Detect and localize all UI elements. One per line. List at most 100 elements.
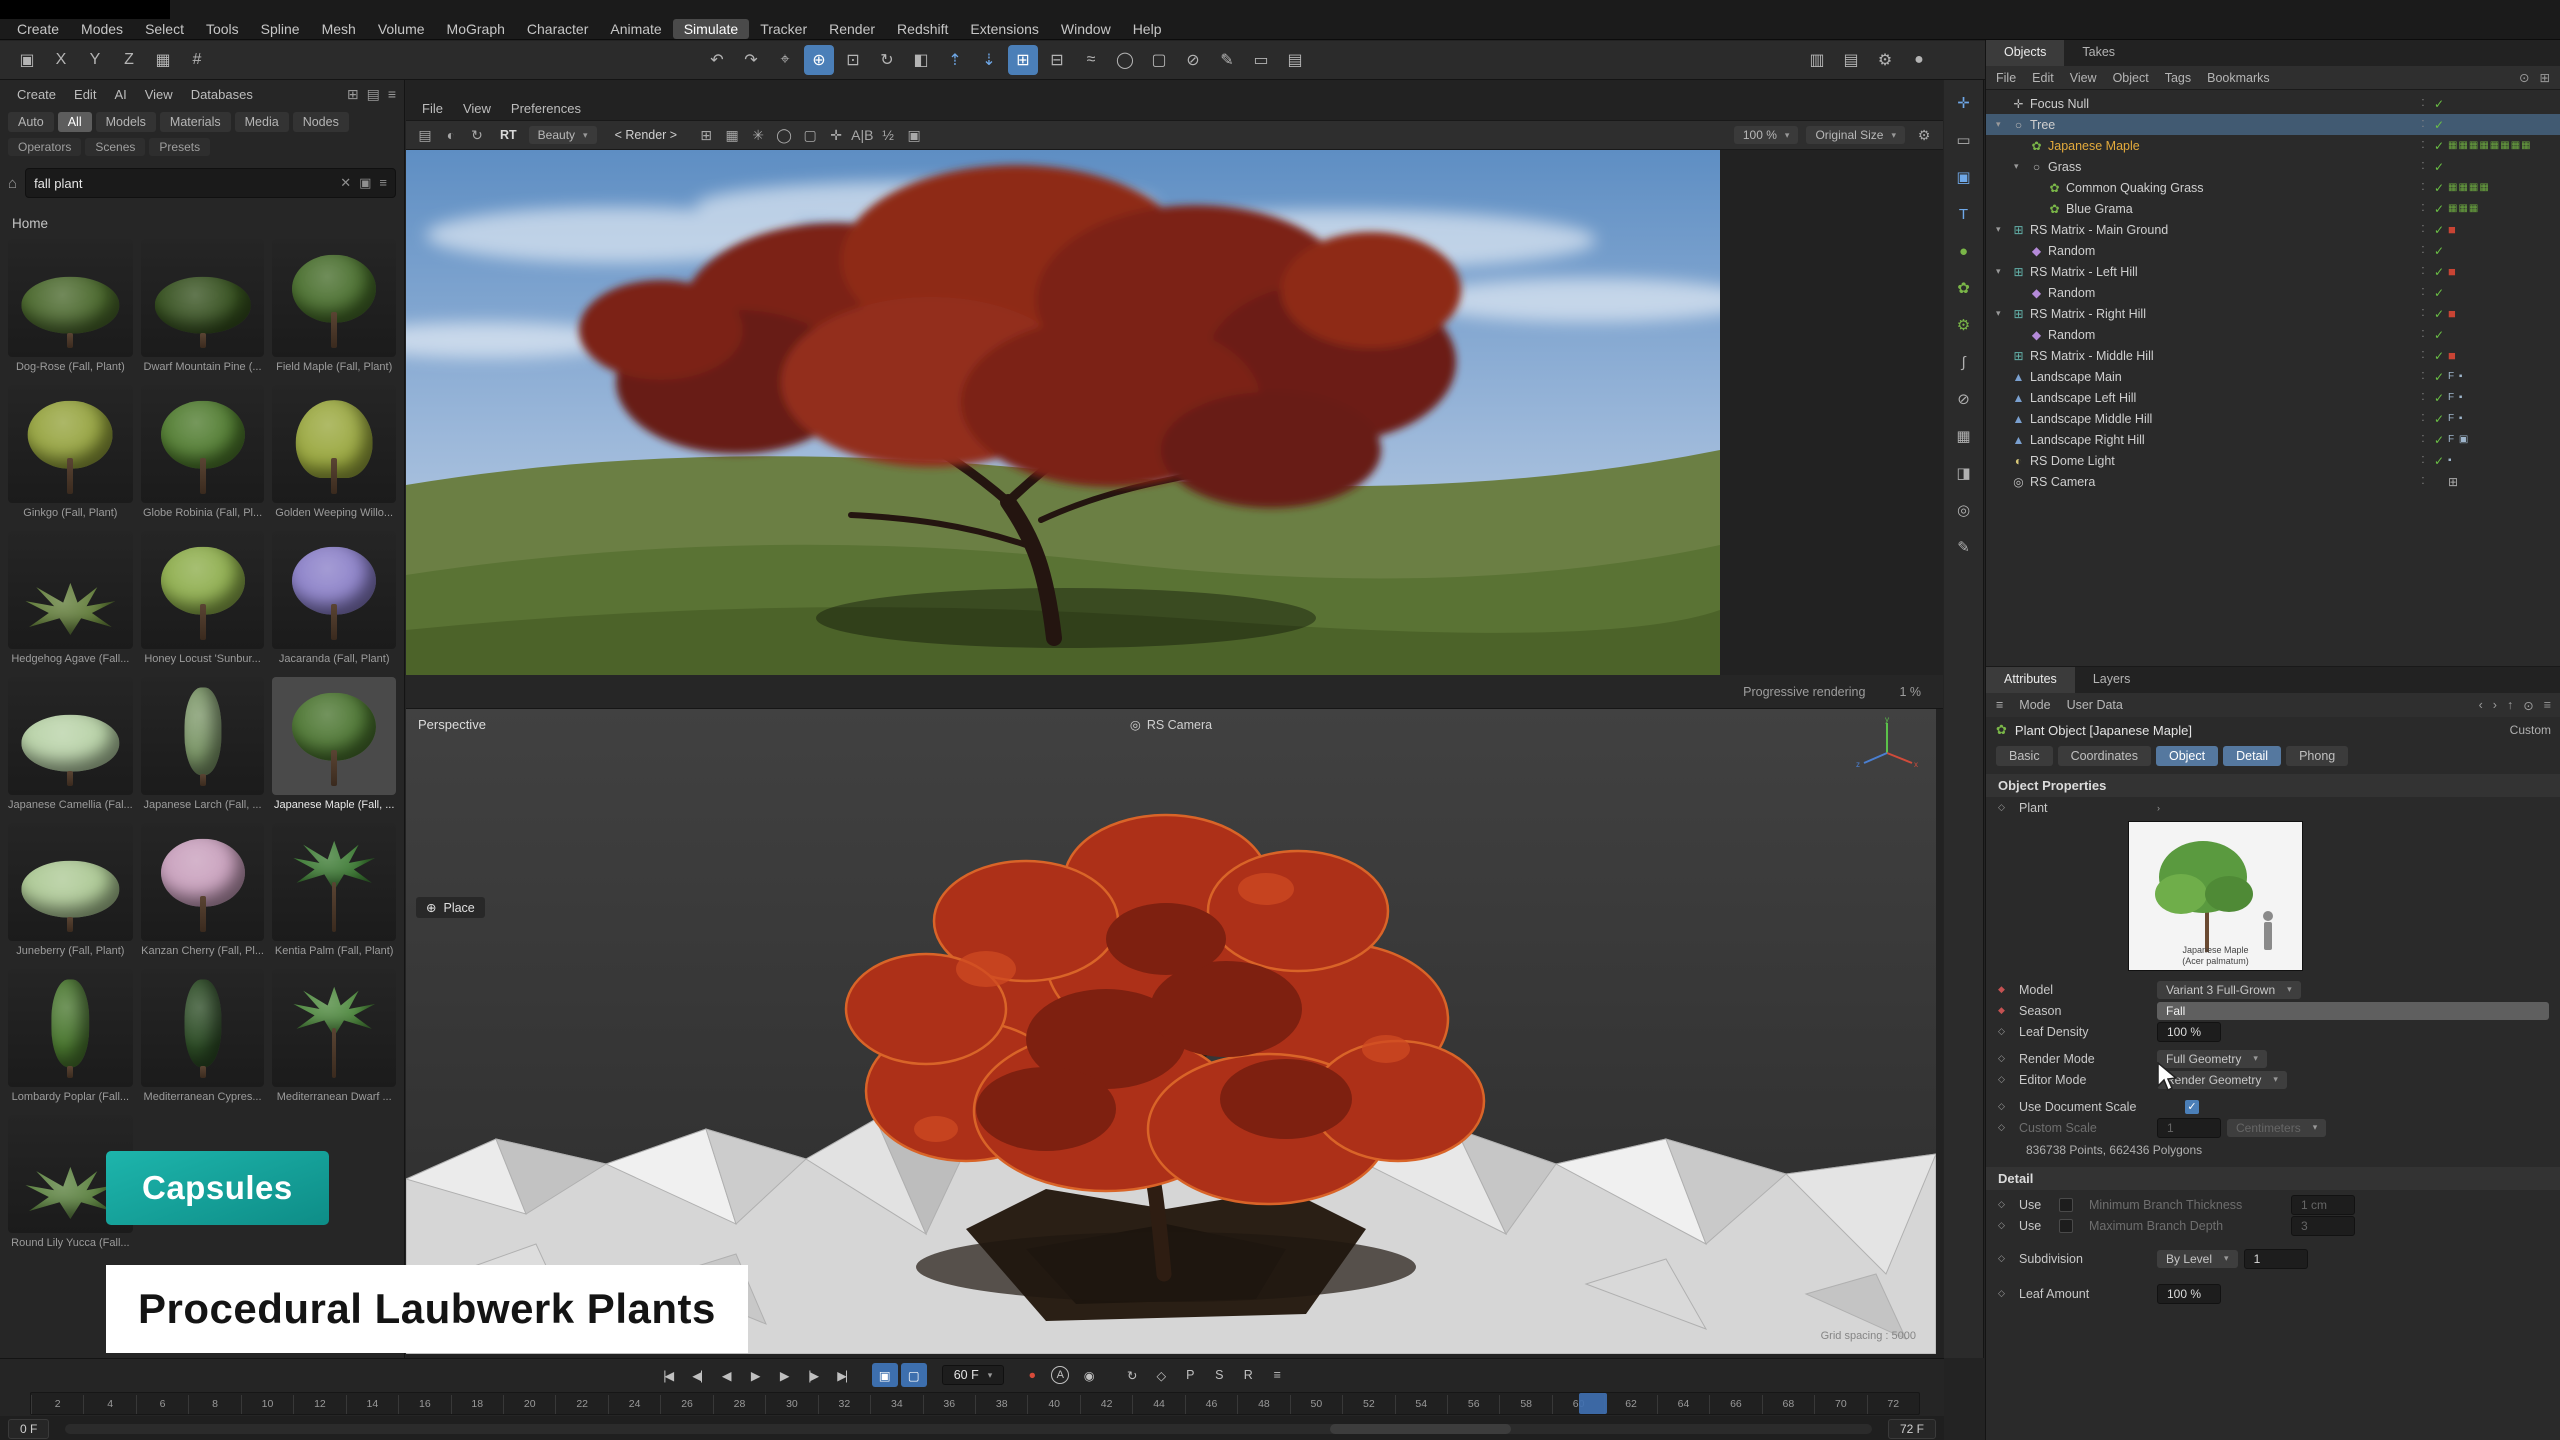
render-nav[interactable]: < Render > — [605, 128, 688, 142]
sphere-icon[interactable]: ● — [1949, 236, 1979, 266]
coord-up-icon[interactable]: ⇡ — [940, 45, 970, 75]
filter-tab[interactable]: Nodes — [293, 112, 349, 132]
goto-start-button[interactable]: |◀ — [655, 1363, 681, 1387]
plant-tile[interactable]: Golden Weeping Willo... — [272, 385, 396, 519]
object-name[interactable]: Grass — [2048, 160, 2081, 174]
visibility-dots-icon[interactable]: ⁚ — [2416, 371, 2430, 382]
enabled-check-icon[interactable]: ✓ — [2430, 181, 2448, 195]
category-tab[interactable]: Presets — [149, 138, 210, 156]
last-tool-icon[interactable]: ◧ — [906, 45, 936, 75]
object-tags[interactable]: ⊞ — [2448, 475, 2552, 489]
list-view-icon[interactable]: ▤ — [367, 86, 380, 103]
plant-tile[interactable]: Ginkgo (Fall, Plant) — [8, 385, 133, 519]
attribute-section-tab[interactable]: Basic — [1996, 746, 2053, 766]
next-frame-button[interactable]: ▶ — [771, 1363, 797, 1387]
plant-tile[interactable]: Honey Locust 'Sunbur... — [141, 531, 265, 665]
clipboard-icon[interactable]: ▤ — [1280, 45, 1310, 75]
menu-icon[interactable]: ≡ — [2544, 698, 2551, 713]
volume-icon[interactable]: ⊘ — [1178, 45, 1208, 75]
enabled-check-icon[interactable]: ✓ — [2430, 433, 2448, 447]
attribute-tab[interactable]: Attributes — [1986, 667, 2075, 693]
rotate-tool-icon[interactable]: ↻ — [872, 45, 902, 75]
menu-item[interactable]: Modes — [70, 19, 134, 39]
timeline-ruler[interactable]: 2468101214161820222426283032343638404244… — [30, 1392, 1920, 1415]
expand-arrow-icon[interactable]: ▾ — [1996, 224, 2009, 235]
object-manager-tab[interactable]: Objects — [1986, 40, 2064, 66]
search-input[interactable] — [34, 176, 332, 191]
enabled-check-icon[interactable]: ✓ — [2430, 97, 2448, 111]
object-row[interactable]: ▾ ○ Tree ⁚ ✓ — [1986, 114, 2560, 135]
zoom-select[interactable]: 100 %▾ — [1734, 126, 1799, 144]
visibility-dots-icon[interactable]: ⁚ — [2416, 245, 2430, 256]
record-keyframe-icon[interactable]: ● — [1019, 1363, 1045, 1387]
object-manager-menu-item[interactable]: Bookmarks — [2207, 71, 2270, 85]
plant-tile[interactable]: Japanese Larch (Fall, ... — [141, 677, 265, 811]
coord-down-icon[interactable]: ⇣ — [974, 45, 1004, 75]
keyframe-icon[interactable]: ◇ — [1147, 1363, 1173, 1387]
model-select[interactable]: Variant 3 Full-Grown▾ — [2157, 981, 2301, 999]
menu-item[interactable]: Spline — [250, 19, 311, 39]
object-row[interactable]: ▾ ⊞ RS Matrix - Left Hill ⁚ ✓ ■ — [1986, 261, 2560, 282]
object-tags[interactable]: ■ — [2448, 222, 2552, 237]
simulation-icon[interactable]: ≈ — [1076, 45, 1106, 75]
object-name[interactable]: RS Dome Light — [2030, 454, 2115, 468]
plant-preview-image[interactable]: Japanese Maple (Acer palmatum) — [2128, 821, 2303, 971]
leaf-density-field[interactable]: 100 % — [2157, 1022, 2221, 1042]
object-name[interactable]: RS Matrix - Main Ground — [2030, 223, 2168, 237]
browser-breadcrumb[interactable]: Home — [0, 198, 404, 239]
plant-icon[interactable]: ✿ — [1949, 273, 1979, 303]
enabled-check-icon[interactable]: ✓ — [2430, 370, 2448, 384]
play-button[interactable]: ▶ — [742, 1363, 768, 1387]
object-name[interactable]: Common Quaking Grass — [2066, 181, 2204, 195]
cube-icon[interactable]: ▣ — [1949, 162, 1979, 192]
size-select[interactable]: Original Size▾ — [1806, 126, 1905, 144]
object-manager-menu-item[interactable]: File — [1996, 71, 2016, 85]
mode-menu[interactable]: Mode — [2019, 698, 2050, 712]
visibility-dots-icon[interactable]: ⁚ — [2416, 203, 2430, 214]
enabled-check-icon[interactable]: ✓ — [2430, 160, 2448, 174]
autokey-region-icon[interactable]: ▢ — [901, 1363, 927, 1387]
param-key-icon[interactable]: ≡ — [1263, 1363, 1289, 1387]
keyframe-mode-icon[interactable]: ▣ — [872, 1363, 898, 1387]
view-options-icon[interactable]: ⊞ — [2540, 70, 2550, 85]
next-key-button[interactable]: |▶ — [800, 1363, 826, 1387]
workplane-icon[interactable]: ▦ — [148, 45, 178, 75]
enabled-check-icon[interactable]: ✓ — [2430, 244, 2448, 258]
menu-item[interactable]: Mesh — [311, 19, 367, 39]
enabled-check-icon[interactable]: ✓ — [2430, 265, 2448, 279]
object-manager-menu-item[interactable]: Object — [2113, 71, 2149, 85]
asset-menu-item[interactable]: Databases — [182, 85, 262, 104]
expand-arrow-icon[interactable]: ▾ — [1996, 266, 2009, 277]
mirror-icon[interactable]: ◨ — [1949, 458, 1979, 488]
filter-tab[interactable]: Materials — [160, 112, 231, 132]
visibility-dots-icon[interactable]: ⁚ — [2416, 182, 2430, 193]
expand-icon[interactable]: ✛ — [825, 127, 847, 144]
min-branch-thickness-field[interactable]: 1 cm — [2291, 1195, 2355, 1215]
object-row[interactable]: ✿ Common Quaking Grass ⁚ ✓ ▦▦▦▦ — [1986, 177, 2560, 198]
save-render-icon[interactable]: ▤ — [414, 127, 436, 144]
position-key-icon[interactable]: P — [1176, 1363, 1202, 1387]
object-row[interactable]: ▲ Landscape Right Hill ⁚ ✓ F ▣ — [1986, 429, 2560, 450]
goto-end-button[interactable]: ▶| — [829, 1363, 855, 1387]
custom-preset-select[interactable]: Custom — [2510, 723, 2551, 737]
enabled-check-icon[interactable]: ✓ — [2430, 286, 2448, 300]
attribute-tab[interactable]: Layers — [2075, 667, 2149, 693]
user-data-menu[interactable]: User Data — [2067, 698, 2123, 712]
enabled-check-icon[interactable]: ✓ — [2430, 454, 2448, 468]
object-row[interactable]: ✿ Japanese Maple ⁚ ✓ ▦▦▦▦▦▦▦▦ — [1986, 135, 2560, 156]
object-row[interactable]: ◎ RS Camera ⁚ ✓ ⊞ — [1986, 471, 2560, 492]
checker-icon[interactable]: ▦ — [721, 127, 743, 144]
camera-icon[interactable]: ◎ — [1949, 495, 1979, 525]
plant-tile[interactable]: Jacaranda (Fall, Plant) — [272, 531, 396, 665]
live-selection-icon[interactable]: ⌖ — [770, 45, 800, 75]
array-icon[interactable]: ▦ — [1949, 421, 1979, 451]
pen-icon[interactable]: ✎ — [1949, 532, 1979, 562]
field-icon[interactable]: ▢ — [1144, 45, 1174, 75]
object-row[interactable]: ⊞ RS Matrix - Middle Hill ⁚ ✓ ■ — [1986, 345, 2560, 366]
scale-tool-icon[interactable]: ⊡ — [838, 45, 868, 75]
use-max-branch-checkbox[interactable] — [2059, 1219, 2073, 1233]
menu-item[interactable]: Extensions — [959, 19, 1049, 39]
object-row[interactable]: ◆ Random ⁚ ✓ — [1986, 240, 2560, 261]
custom-scale-unit-select[interactable]: Centimeters▾ — [2227, 1119, 2326, 1137]
attribute-section-tab[interactable]: Phong — [2286, 746, 2348, 766]
